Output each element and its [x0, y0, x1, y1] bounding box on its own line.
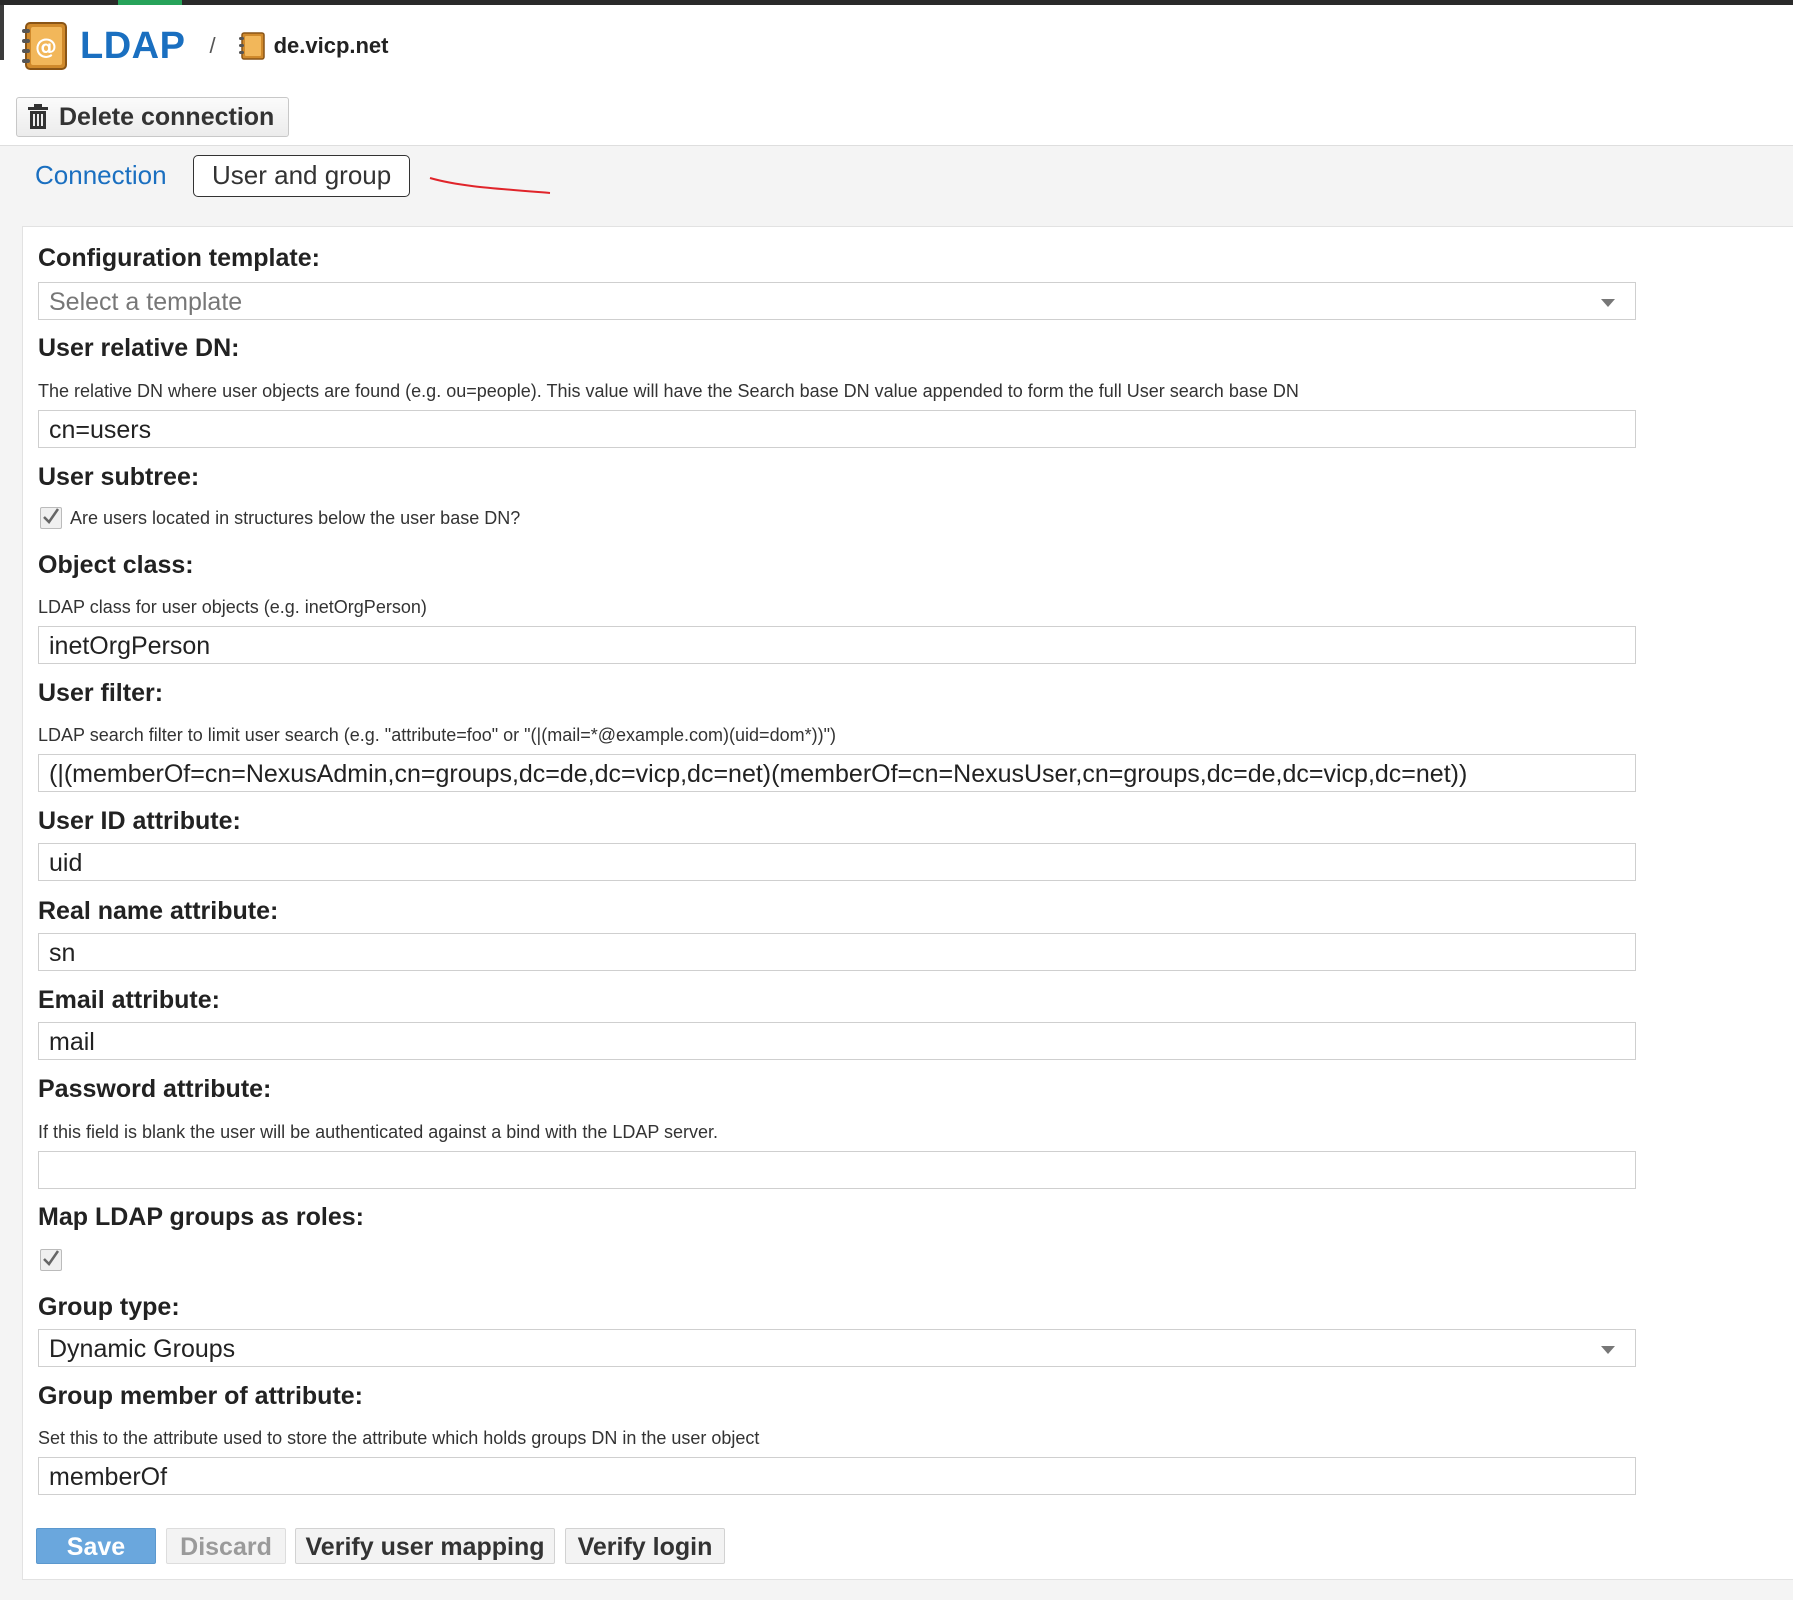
checkmark-icon — [43, 1250, 60, 1266]
save-button[interactable]: Save — [36, 1528, 156, 1564]
map-ldap-groups-checkbox[interactable] — [40, 1249, 62, 1271]
checkmark-icon — [43, 508, 60, 524]
annotation-underline — [429, 177, 551, 194]
group-member-of-label: Group member of attribute: — [38, 1382, 364, 1410]
svg-text:@: @ — [35, 35, 57, 60]
object-class-help: LDAP class for user objects (e.g. inetOr… — [38, 597, 427, 617]
group-member-of-input[interactable]: memberOf — [38, 1457, 1636, 1495]
config-template-label: Configuration template: — [38, 244, 320, 272]
trash-icon — [28, 104, 48, 129]
user-id-attribute-input[interactable]: uid — [38, 843, 1636, 881]
object-class-input[interactable]: inetOrgPerson — [38, 626, 1636, 664]
tab-user-and-group[interactable]: User and group — [193, 155, 411, 197]
breadcrumb-separator: / — [209, 33, 216, 58]
user-relative-dn-label: User relative DN: — [38, 334, 240, 362]
email-attribute-label: Email attribute: — [38, 986, 220, 1014]
verify-login-button[interactable]: Verify login — [565, 1528, 725, 1564]
delete-connection-button[interactable]: Delete connection — [16, 97, 290, 137]
user-subtree-row: Are users located in structures below th… — [40, 507, 520, 529]
group-type-label: Group type: — [38, 1293, 180, 1321]
address-book-small-icon — [238, 32, 265, 60]
breadcrumb: @ LDAP / de.vicp.net — [20, 18, 389, 74]
tab-bar: Connection User and group — [0, 145, 1793, 207]
email-attribute-input[interactable]: mail — [38, 1022, 1636, 1060]
object-class-label: Object class: — [38, 551, 194, 579]
group-type-select[interactable]: Dynamic Groups — [38, 1329, 1636, 1367]
user-filter-input[interactable]: (|(memberOf=cn=NexusAdmin,cn=groups,dc=d… — [38, 754, 1636, 792]
group-member-of-help: Set this to the attribute used to store … — [38, 1428, 760, 1448]
group-type-value: Dynamic Groups — [49, 1335, 236, 1363]
map-ldap-groups-row — [40, 1249, 70, 1271]
map-ldap-groups-label: Map LDAP groups as roles: — [38, 1203, 364, 1231]
user-subtree-checkbox[interactable] — [40, 507, 62, 529]
chevron-down-icon — [1601, 1346, 1615, 1354]
real-name-attribute-input[interactable]: sn — [38, 933, 1636, 971]
config-template-select[interactable]: Select a template — [38, 282, 1636, 320]
tab-connection[interactable]: Connection — [35, 155, 167, 195]
password-attribute-label: Password attribute: — [38, 1075, 272, 1103]
delete-connection-label: Delete connection — [59, 102, 275, 131]
password-attribute-help: If this field is blank the user will be … — [38, 1122, 719, 1142]
discard-button[interactable]: Discard — [166, 1528, 286, 1564]
password-attribute-input[interactable] — [38, 1151, 1636, 1189]
user-relative-dn-input[interactable]: cn=users — [38, 410, 1636, 448]
user-filter-help: LDAP search filter to limit user search … — [38, 725, 836, 745]
address-book-icon: @ — [22, 22, 67, 70]
breadcrumb-connection: de.vicp.net — [273, 33, 389, 58]
breadcrumb-root[interactable]: LDAP — [80, 25, 185, 68]
real-name-attribute-label: Real name attribute: — [38, 897, 279, 925]
chevron-down-icon — [1601, 299, 1615, 307]
config-template-placeholder: Select a template — [49, 288, 243, 316]
user-id-attribute-label: User ID attribute: — [38, 807, 241, 835]
user-filter-label: User filter: — [38, 679, 164, 707]
user-subtree-checkbox-label: Are users located in structures below th… — [70, 507, 521, 528]
verify-user-mapping-button[interactable]: Verify user mapping — [295, 1528, 555, 1564]
left-rule — [0, 5, 4, 60]
user-relative-dn-help: The relative DN where user objects are f… — [38, 381, 1299, 401]
user-subtree-label: User subtree: — [38, 463, 200, 491]
